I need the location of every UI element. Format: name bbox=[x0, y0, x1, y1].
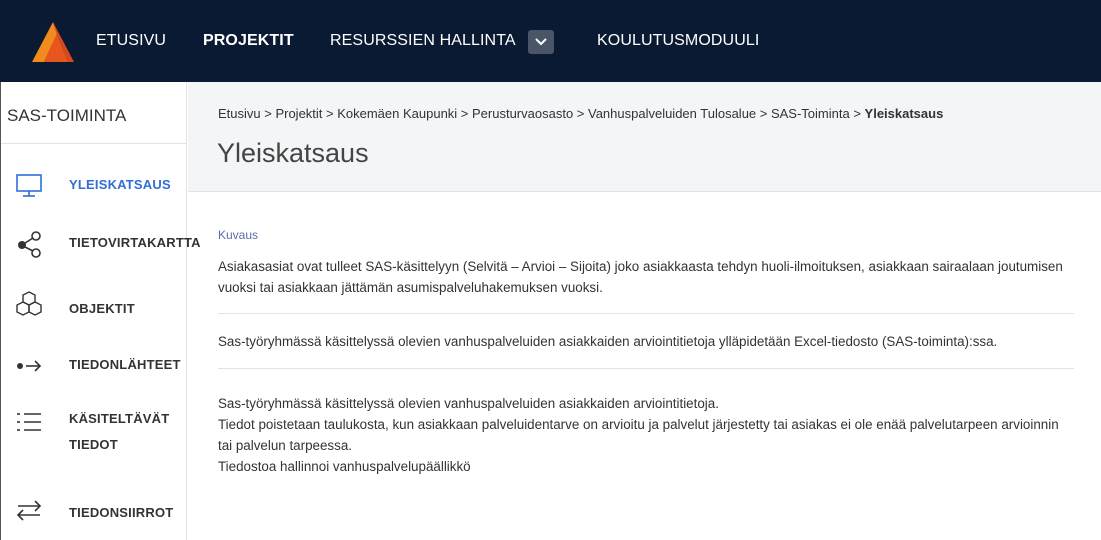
breadcrumb-path[interactable]: Etusivu > Projektit > Kokemäen Kaupunki … bbox=[218, 106, 865, 121]
nav-projektit[interactable]: PROJEKTIT bbox=[203, 0, 294, 82]
chevron-down-icon bbox=[535, 38, 547, 46]
sidebar-item-label: TIETOVIRTAKARTTA bbox=[69, 235, 201, 250]
paragraph-3-line-2: Tiedot poistetaan taulukosta, kun asiakk… bbox=[218, 417, 1059, 453]
sidebar-item-yleiskatsaus[interactable]: YLEISKATSAUS bbox=[1, 170, 187, 210]
description-paragraph-2: Sas-työryhmässä käsittelyssä olevien van… bbox=[218, 334, 998, 349]
sidebar-item-label: OBJEKTIT bbox=[69, 301, 135, 316]
sidebar-title: SAS-TOIMINTA bbox=[7, 106, 127, 125]
sidebar-item-kasiteltavat-tiedot[interactable]: KÄSITELTÄVÄT TIEDOT bbox=[1, 404, 187, 464]
resources-dropdown-button[interactable] bbox=[528, 30, 554, 54]
sidebar-item-label-line2: TIEDOT bbox=[69, 437, 118, 452]
monitor-icon bbox=[16, 174, 42, 197]
sidebar-item-label: YLEISKATSAUS bbox=[69, 177, 171, 192]
description-label: Kuvaus bbox=[218, 228, 259, 242]
paragraph-3-line-1: Sas-työryhmässä käsittelyssä olevien van… bbox=[218, 396, 719, 411]
list-icon bbox=[17, 413, 41, 431]
sidebar-divider bbox=[1, 143, 187, 144]
divider bbox=[218, 368, 1074, 369]
top-navbar: ETUSIVU PROJEKTIT RESURSSIEN HALLINTA KO… bbox=[0, 0, 1101, 82]
nav-koulutusmoduuli[interactable]: KOULUTUSMODUULI bbox=[597, 0, 759, 82]
sidebar-item-label: TIEDONSIIRROT bbox=[69, 505, 174, 520]
sidebar-item-tiedonlahteet[interactable]: TIEDONLÄHTEET bbox=[1, 346, 187, 386]
sidebar-item-label: TIEDONLÄHTEET bbox=[69, 357, 181, 372]
description-paragraph-3: Sas-työryhmässä käsittelyssä olevien van… bbox=[218, 393, 1074, 477]
nav-etusivu[interactable]: ETUSIVU bbox=[96, 0, 166, 82]
paragraph-3-line-3: Tiedostoa hallinnoi vanhuspalvelupäällik… bbox=[218, 459, 471, 474]
sidebar-item-objektit[interactable]: OBJEKTIT bbox=[1, 288, 187, 328]
divider bbox=[218, 313, 1074, 314]
page-title: Yleiskatsaus bbox=[217, 138, 369, 168]
share-icon bbox=[18, 231, 41, 258]
nav-resurssien-hallinta[interactable]: RESURSSIEN HALLINTA bbox=[330, 0, 516, 82]
breadcrumb[interactable]: Etusivu > Projektit > Kokemäen Kaupunki … bbox=[218, 106, 943, 121]
main-content: Kuvaus Asiakasasiat ovat tulleet SAS-käs… bbox=[218, 228, 1074, 477]
swap-arrows-icon bbox=[16, 500, 42, 521]
cubes-icon bbox=[16, 291, 42, 316]
page-header: Etusivu > Projektit > Kokemäen Kaupunki … bbox=[188, 82, 1101, 192]
description-paragraph-1: Asiakasasiat ovat tulleet SAS-käsittelyy… bbox=[218, 259, 1063, 295]
sidebar-item-tiedonsiirrot[interactable]: TIEDONSIIRROT bbox=[1, 494, 187, 534]
sidebar-item-label-line1: KÄSITELTÄVÄT bbox=[69, 411, 170, 426]
sidebar: SAS-TOIMINTA YLEISKATSAUS TIETOVIRTAKART… bbox=[0, 82, 201, 540]
company-logo[interactable] bbox=[30, 20, 76, 64]
breadcrumb-current: Yleiskatsaus bbox=[864, 106, 944, 121]
arrow-right-icon bbox=[17, 360, 42, 372]
sidebar-item-tietovirtakartta[interactable]: TIETOVIRTAKARTTA bbox=[1, 228, 201, 268]
